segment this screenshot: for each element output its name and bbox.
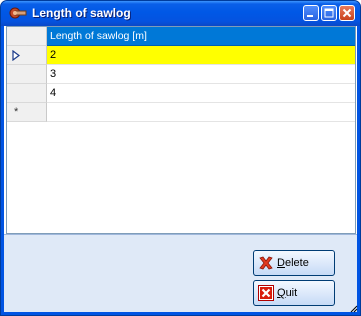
delete-button[interactable]: Delete (253, 250, 335, 276)
dialog-window: Length of sawlog Length of sawlog [m] 2 … (0, 0, 361, 316)
window-title: Length of sawlog (32, 6, 131, 20)
title-bar[interactable]: Length of sawlog (1, 1, 360, 26)
table-row[interactable]: 4 (7, 84, 355, 103)
minimize-button[interactable] (303, 5, 319, 21)
grid-header-row: Length of sawlog [m] (7, 27, 355, 46)
new-row-header[interactable]: * (7, 103, 47, 122)
close-button[interactable] (339, 5, 355, 21)
client-area: Length of sawlog [m] 2 3 4 * Delete Quit (4, 26, 357, 312)
row-header[interactable] (7, 65, 47, 84)
row-header[interactable] (7, 46, 47, 65)
button-panel: Delete Quit (4, 234, 357, 312)
sawlog-app-icon (9, 7, 27, 19)
row-header[interactable] (7, 84, 47, 103)
resize-grip-icon[interactable] (350, 305, 358, 313)
maximize-icon (324, 8, 334, 18)
maximize-button[interactable] (321, 5, 337, 21)
delete-x-icon (259, 256, 273, 270)
new-row-marker: * (14, 106, 19, 118)
table-row[interactable]: 3 (7, 65, 355, 84)
current-row-arrow-icon (12, 50, 20, 61)
corner-header (7, 27, 47, 46)
quit-x-icon (258, 285, 274, 301)
new-row-cell[interactable] (47, 103, 355, 122)
length-cell[interactable]: 3 (47, 65, 355, 84)
new-row[interactable]: * (7, 103, 355, 122)
quit-button-label: Quit (277, 287, 298, 299)
quit-button[interactable]: Quit (253, 280, 335, 306)
table-row[interactable]: 2 (7, 46, 355, 65)
length-cell[interactable]: 4 (47, 84, 355, 103)
sawlog-grid[interactable]: Length of sawlog [m] 2 3 4 * (6, 26, 356, 234)
length-cell[interactable]: 2 (47, 46, 355, 65)
delete-button-label: Delete (277, 257, 309, 269)
column-header-length[interactable]: Length of sawlog [m] (47, 27, 355, 46)
minimize-icon (307, 15, 313, 17)
close-icon (342, 8, 352, 18)
